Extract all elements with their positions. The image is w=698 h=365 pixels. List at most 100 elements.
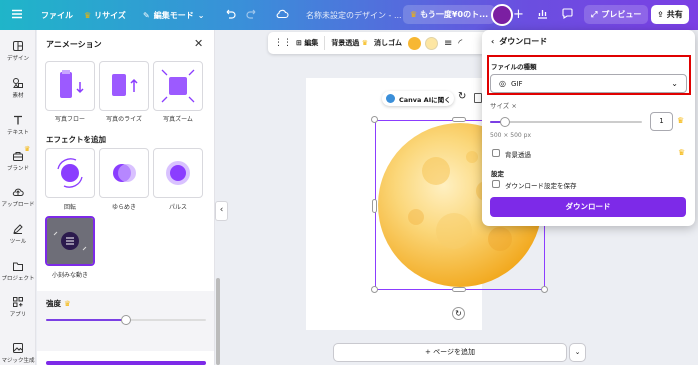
tile-label: 回転 — [63, 204, 76, 211]
refresh-icon[interactable]: ↻ — [458, 91, 466, 102]
rail-item-design[interactable]: デザイン — [0, 40, 36, 62]
crown-icon: ♛ — [64, 299, 71, 308]
file-type-label: ファイルの種類 — [491, 63, 537, 71]
resize-handle-left[interactable] — [372, 199, 377, 213]
animation-panel: アニメーション ✕ 写真フロー 写真のライズ 写真ズーム エフェクトを追加 回転… — [37, 30, 215, 365]
size-slider-handle[interactable] — [500, 117, 511, 127]
resize-handle-top[interactable] — [452, 117, 466, 122]
rotate-effect-icon — [57, 158, 83, 188]
eraser-button[interactable]: 消しゴム — [374, 38, 402, 48]
ask-canva-ai-button[interactable]: Canva AIに聞く — [382, 91, 454, 106]
panel-scrollbar[interactable] — [216, 278, 220, 365]
corner-rounding-icon[interactable]: ◜ — [458, 38, 462, 49]
settings-heading: 設定 — [491, 170, 504, 178]
download-header[interactable]: ‹ ダウンロード — [491, 36, 547, 47]
layout-icon — [13, 41, 23, 51]
strength-slider-handle[interactable] — [121, 315, 131, 325]
effect-tile-flicker[interactable] — [99, 148, 149, 198]
design-title[interactable]: 名称未設定のデザイン - ... — [306, 10, 402, 21]
resize-handle-tl[interactable] — [371, 116, 378, 123]
tile-label: 写真のライズ — [106, 116, 142, 123]
animation-tile-photo-zoom[interactable] — [153, 61, 203, 111]
edit-mode-button[interactable]: ✎ 編集モード ⌄ — [143, 10, 204, 21]
animation-tile-photo-flow[interactable] — [45, 61, 95, 111]
strength-slider-fill — [46, 319, 126, 321]
pen-tool-icon — [13, 224, 23, 234]
size-input[interactable]: 1 — [650, 112, 673, 131]
edit-button[interactable]: ⊞ 編集 — [296, 38, 318, 48]
crown-icon: ♛ — [361, 39, 369, 47]
promo-label: もう一度¥0のト... — [420, 10, 489, 19]
size-slider-track[interactable] — [490, 121, 642, 123]
close-icon[interactable]: ✕ — [194, 37, 203, 50]
download-heading: ダウンロード — [499, 37, 548, 46]
effect-tile-pulse[interactable] — [153, 148, 203, 198]
analytics-icon[interactable] — [536, 7, 549, 20]
line-weight-icon[interactable]: ≡ — [444, 38, 452, 49]
transparent-bg-checkbox[interactable] — [492, 149, 500, 157]
share-button[interactable]: ⇪ 共有 — [651, 5, 689, 24]
tile-label: 写真ズーム — [163, 116, 193, 123]
chevron-down-icon: ⌄ — [197, 11, 205, 20]
resize-handle-bottom[interactable] — [452, 287, 466, 292]
resize-handle-br[interactable] — [541, 286, 548, 293]
rail-label: アプリ — [9, 312, 27, 318]
color-swatch-1[interactable] — [408, 36, 422, 50]
hamburger-icon[interactable] — [11, 8, 23, 20]
add-collaborator-icon[interactable]: + — [513, 7, 524, 22]
size-dimensions: 500 × 500 px — [490, 132, 532, 139]
rail-label: ツール — [9, 239, 27, 245]
download-button-label: ダウンロード — [565, 202, 611, 211]
rail-item-elements[interactable]: 素材 — [0, 77, 36, 99]
save-settings-label: ダウンロード設定を保存 — [505, 182, 577, 190]
redo-icon[interactable] — [246, 8, 258, 20]
preview-label: プレビュー — [601, 10, 642, 19]
add-page-button[interactable]: + ページを追加 — [333, 343, 567, 362]
avatar[interactable] — [491, 4, 513, 26]
rail-item-magic[interactable]: マジック生成 — [0, 342, 36, 364]
rail-item-tools[interactable]: ツール — [0, 223, 36, 245]
apply-button-edge[interactable] — [46, 361, 206, 365]
divider — [324, 36, 326, 50]
drag-handle-icon[interactable]: ⋮⋮ — [274, 38, 292, 48]
animation-tile-photo-rise[interactable] — [99, 61, 149, 111]
resize-button[interactable]: ♛ リサイズ — [84, 10, 126, 21]
download-button[interactable]: ダウンロード — [490, 197, 686, 217]
comment-icon[interactable] — [561, 7, 574, 20]
top-bar: ファイル ♛ リサイズ ✎ 編集モード ⌄ 名称未設定のデザイン - ... ♛ もう一… — [0, 0, 698, 30]
rail-item-text[interactable]: テキスト — [0, 114, 36, 136]
file-type-select[interactable]: ◎ GIF ⌄ — [490, 74, 687, 93]
rail-item-uploads[interactable]: アップロード — [0, 186, 36, 208]
rail-item-projects[interactable]: プロジェクト — [0, 260, 36, 282]
resize-handle-bl[interactable] — [371, 286, 378, 293]
eraser-label: 消しゴム — [374, 39, 403, 47]
magic-image-icon — [13, 343, 23, 353]
tile-label: 写真フロー — [54, 116, 85, 123]
effect-tile-rotate[interactable] — [45, 148, 95, 198]
crown-icon: ♛ — [678, 148, 686, 157]
file-menu[interactable]: ファイル — [41, 10, 73, 21]
rail-item-brand[interactable]: ♛ ブランド — [0, 145, 36, 172]
gif-icon: ◎ — [499, 79, 506, 88]
panel-title: アニメーション — [46, 40, 102, 49]
bg-remove-button[interactable]: 背景透過 ♛ — [331, 38, 368, 48]
preview-button[interactable]: ⤢ プレビュー — [584, 5, 649, 24]
rotate-handle-icon[interactable]: ↻ — [452, 307, 465, 320]
add-page-dropdown[interactable]: ⌄ — [569, 343, 586, 362]
cloud-save-icon[interactable] — [276, 8, 289, 20]
color-swatch-2[interactable] — [425, 36, 439, 50]
upload-cloud-icon — [12, 188, 24, 196]
rail-item-apps[interactable]: アプリ — [0, 296, 36, 318]
effect-tile-shake-selected[interactable] — [45, 216, 95, 266]
pencil-icon: ✎ — [143, 11, 150, 20]
resize-label: リサイズ — [94, 11, 126, 20]
crown-icon: ♛ — [677, 116, 685, 125]
collapse-panel-button[interactable]: ‹ — [215, 201, 228, 221]
chevron-down-icon: ⌄ — [574, 348, 581, 356]
shapes-icon — [13, 78, 23, 88]
copy-icon[interactable] — [474, 93, 482, 103]
promo-button[interactable]: ♛ もう一度¥0のト... — [403, 5, 496, 24]
save-settings-checkbox[interactable] — [492, 180, 500, 188]
pulse-effect-icon — [166, 161, 190, 185]
undo-icon[interactable] — [224, 8, 236, 20]
